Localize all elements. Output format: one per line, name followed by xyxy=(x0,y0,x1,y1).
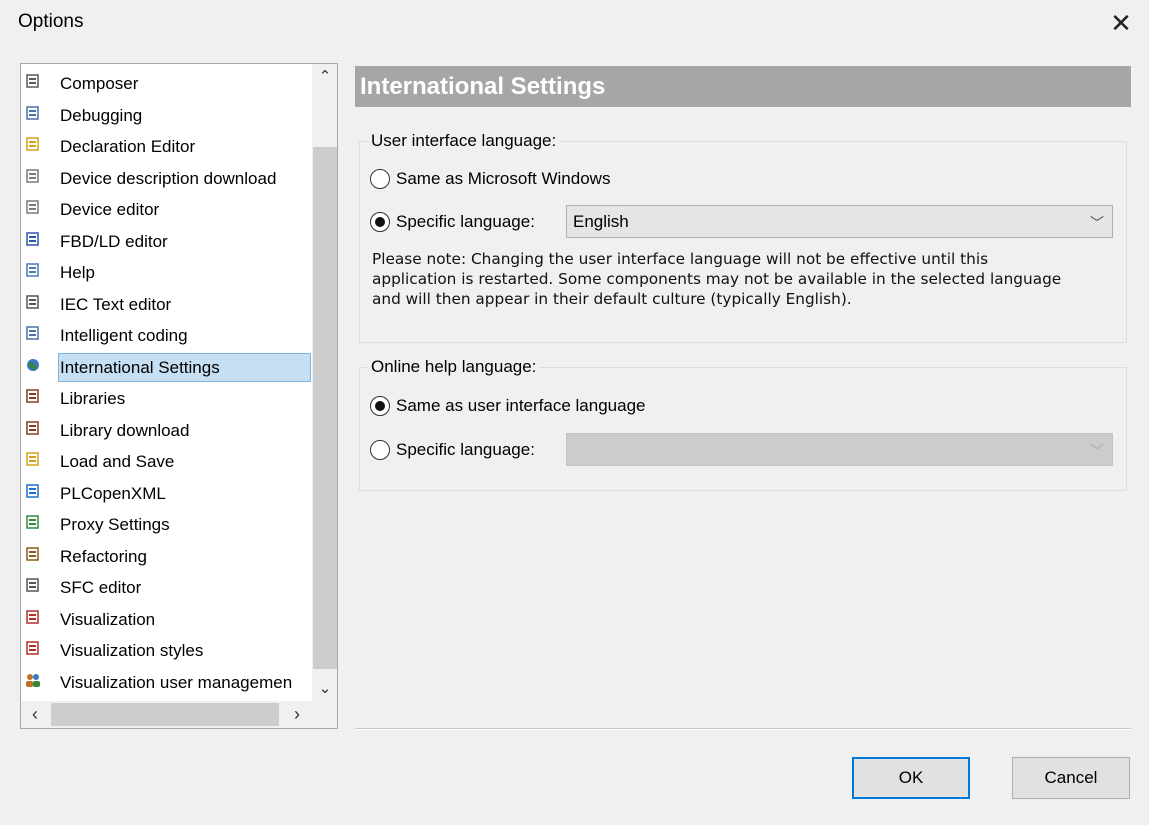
libraries-icon xyxy=(26,388,40,403)
fbd-ld-icon xyxy=(26,231,40,246)
tree-item-label: Composer xyxy=(60,74,139,93)
radio-specific-help-language-circle[interactable] xyxy=(370,440,390,460)
ui-language-legend: User interface language: xyxy=(367,131,561,151)
tree-item-label: Declaration Editor xyxy=(60,137,196,156)
radio-specific-help-language[interactable]: Specific language: xyxy=(370,440,535,460)
tree-item-label: Help xyxy=(60,263,95,282)
chevron-down-icon: ﹀ xyxy=(1090,215,1104,231)
composer-icon xyxy=(26,73,40,88)
tree-item[interactable]: International Settings xyxy=(21,352,311,384)
tree-item-label: Refactoring xyxy=(60,546,147,566)
visualization-icon xyxy=(26,609,40,624)
tree-item[interactable]: Library download xyxy=(21,415,311,447)
tree-item-label: Proxy Settings xyxy=(60,515,170,534)
proxy-icon xyxy=(26,514,40,529)
visualization-styles-icon xyxy=(26,640,40,655)
ui-language-value: English xyxy=(573,212,629,231)
scrollbar-corner xyxy=(312,701,337,728)
window-title: Options xyxy=(18,11,84,32)
tree-item[interactable]: Visualization xyxy=(21,604,311,636)
radio-same-as-ui-label: Same as user interface language xyxy=(396,396,646,415)
tree-item[interactable]: Debugging xyxy=(21,100,311,132)
tree-item-label: SFC editor xyxy=(60,578,142,597)
ok-button[interactable]: OK xyxy=(852,757,970,799)
device-editor-icon xyxy=(26,199,40,214)
chevron-down-icon: ﹀ xyxy=(1090,443,1104,459)
device-download-icon xyxy=(26,168,40,183)
scroll-left-icon[interactable]: ‹ xyxy=(21,701,49,728)
declaration-editor-icon xyxy=(26,136,40,151)
horizontal-scroll-thumb[interactable] xyxy=(51,703,279,726)
tree-item-label: Visualization user managemen xyxy=(60,672,293,692)
tree-item[interactable]: Help xyxy=(21,257,311,289)
bottom-separator xyxy=(355,728,1131,730)
iec-text-icon xyxy=(26,294,40,309)
tree-list: Composer Debugging Declaration Editor Devic… xyxy=(21,68,311,698)
tree-item-label: Visualization xyxy=(60,609,156,629)
plcopenxml-icon xyxy=(26,483,40,498)
tree-item[interactable]: Declaration Editor xyxy=(21,131,311,163)
tree-item-label: FBD/LD editor xyxy=(60,231,168,251)
radio-same-as-windows-circle[interactable] xyxy=(370,169,390,189)
tree-item-label: Device description download xyxy=(60,168,277,188)
horizontal-scrollbar[interactable]: ‹ › xyxy=(21,701,312,728)
tree-item-label: Debugging xyxy=(60,105,143,125)
sfc-editor-icon xyxy=(26,577,40,592)
radio-same-as-ui-circle[interactable] xyxy=(370,396,390,416)
help-language-group xyxy=(359,367,1127,491)
options-category-tree[interactable]: Composer Debugging Declaration Editor Devic… xyxy=(20,63,338,729)
radio-same-as-ui[interactable]: Same as user interface language xyxy=(370,396,646,416)
tree-item[interactable]: Refactoring xyxy=(21,541,311,573)
radio-specific-ui-language-circle[interactable] xyxy=(370,212,390,232)
tree-item-label: Library download xyxy=(60,420,190,440)
ui-language-dropdown[interactable]: English ﹀ xyxy=(566,205,1113,238)
close-icon[interactable]: ✕ xyxy=(1104,8,1138,38)
tree-item-label: PLCopenXML xyxy=(60,483,166,503)
radio-specific-help-language-label: Specific language: xyxy=(396,440,535,459)
tree-item[interactable]: Device editor xyxy=(21,194,311,226)
folder-icon xyxy=(26,451,40,466)
tree-item[interactable]: Proxy Settings xyxy=(21,509,311,541)
tree-item-label: IEC Text editor xyxy=(60,294,172,314)
tree-item[interactable]: PLCopenXML xyxy=(21,478,311,510)
users-icon xyxy=(26,672,40,687)
tree-item[interactable]: Load and Save xyxy=(21,446,311,478)
radio-same-as-windows-label: Same as Microsoft Windows xyxy=(396,169,611,188)
debugging-icon xyxy=(26,105,40,120)
scroll-right-icon[interactable]: › xyxy=(283,701,311,728)
tree-item[interactable]: Composer xyxy=(21,68,311,100)
scroll-down-icon[interactable]: ⌄ xyxy=(312,676,337,700)
tree-item-label: Libraries xyxy=(60,389,126,408)
tree-item-label: International Settings xyxy=(60,357,220,377)
intelligent-coding-icon xyxy=(26,325,40,340)
radio-specific-ui-language-label: Specific language: xyxy=(396,212,535,231)
tree-item[interactable]: IEC Text editor xyxy=(21,289,311,321)
library-download-icon xyxy=(26,420,40,435)
restart-note: Please note: Changing the user interface… xyxy=(372,250,1062,308)
help-book-icon xyxy=(26,262,40,277)
tree-item[interactable]: Device description download xyxy=(21,163,311,195)
globe-icon xyxy=(26,357,40,371)
tree-item-label: Intelligent coding xyxy=(60,326,188,345)
tree-item[interactable]: Intelligent coding xyxy=(21,320,311,352)
radio-specific-ui-language[interactable]: Specific language: xyxy=(370,212,535,232)
help-language-dropdown[interactable]: ﹀ xyxy=(566,433,1113,466)
tree-item[interactable]: SFC editor xyxy=(21,572,311,604)
title-bar: Options ✕ xyxy=(0,0,1149,46)
radio-same-as-windows[interactable]: Same as Microsoft Windows xyxy=(370,169,610,189)
tree-item-label: Visualization styles xyxy=(60,641,204,660)
tree-item[interactable]: Libraries xyxy=(21,383,311,415)
refactoring-icon xyxy=(26,546,40,561)
tree-item[interactable]: Visualization user managemen xyxy=(21,667,311,699)
help-language-legend: Online help language: xyxy=(367,357,541,377)
tree-item-label: Device editor xyxy=(60,200,160,219)
tree-item[interactable]: Visualization styles xyxy=(21,635,311,667)
vertical-scroll-thumb[interactable] xyxy=(313,147,337,669)
cancel-button[interactable]: Cancel xyxy=(1012,757,1130,799)
vertical-scrollbar[interactable]: ⌃ ⌄ xyxy=(312,64,337,701)
section-header: International Settings xyxy=(355,66,1131,107)
tree-item[interactable]: FBD/LD editor xyxy=(21,226,311,258)
tree-item-label: Load and Save xyxy=(60,452,175,471)
scroll-up-icon[interactable]: ⌃ xyxy=(312,64,337,88)
